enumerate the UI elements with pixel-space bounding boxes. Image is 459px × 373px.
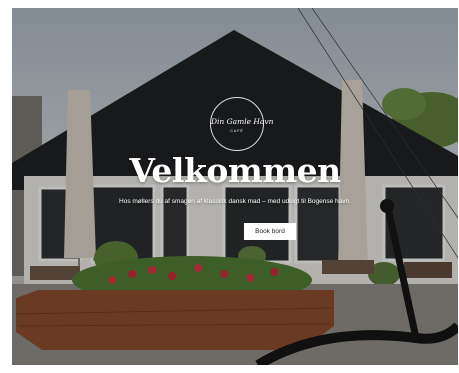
- book-table-button[interactable]: Book bord: [244, 223, 296, 240]
- hero-section: Din Gamle Havn CAFÉ Velkommen Hos møller…: [12, 8, 458, 365]
- cafe-logo[interactable]: Din Gamle Havn CAFÉ: [210, 97, 274, 151]
- logo-text: Din Gamle Havn: [211, 117, 274, 126]
- hero-title: Velkommen: [129, 151, 341, 190]
- logo-subtext: CAFÉ: [230, 129, 244, 133]
- hero-subtitle: Hos møllers du af smagen af klassisk dan…: [119, 198, 351, 205]
